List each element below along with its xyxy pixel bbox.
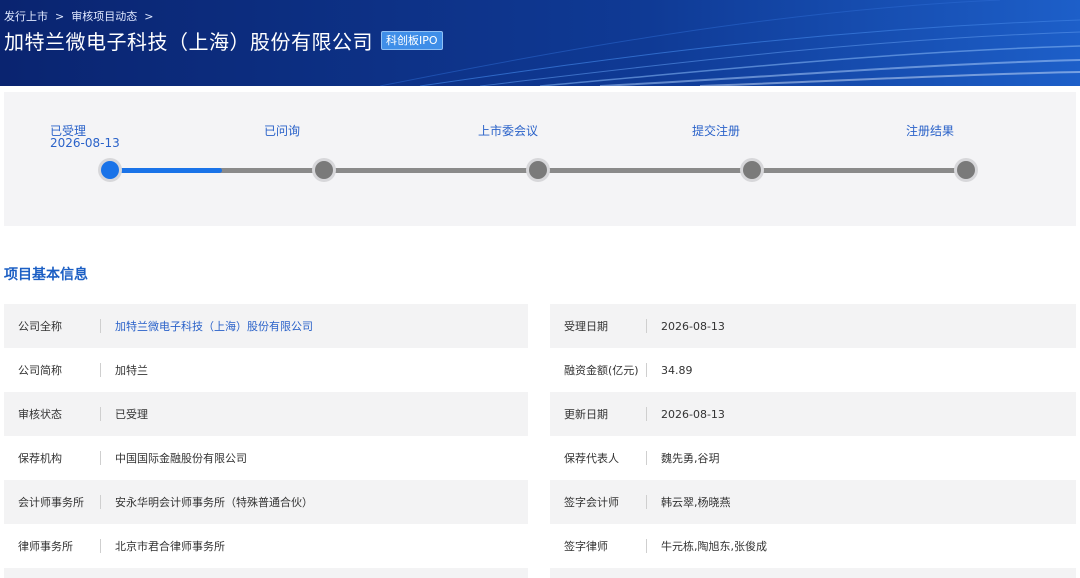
info-label: 律师事务所 xyxy=(18,540,73,553)
info-label: 公司全称 xyxy=(18,320,62,333)
company-full-name-link[interactable]: 加特兰微电子科技（上海）股份有限公司 xyxy=(101,318,313,334)
step-label-committee: 上市委会议 xyxy=(478,124,539,138)
step-dot-accepted xyxy=(98,158,122,182)
info-value: 加特兰 xyxy=(115,364,148,377)
info-value: 牛元栋,陶旭东,张俊成 xyxy=(661,540,767,553)
info-value: 中国国际金融股份有限公司 xyxy=(115,452,247,465)
step-dot-result xyxy=(954,158,978,182)
step-label-registration: 提交注册 xyxy=(692,124,741,138)
info-value: 北京市君合律师事务所 xyxy=(115,540,225,553)
info-label: 保荐代表人 xyxy=(564,452,619,465)
info-row-accept-date: 受理日期 2026-08-13 xyxy=(550,304,1076,348)
breadcrumb-item-review[interactable]: 审核项目动态 xyxy=(71,8,137,24)
chevron-right-icon: > xyxy=(55,9,65,23)
step-dot-registration xyxy=(740,158,764,182)
info-label: 公司简称 xyxy=(18,364,62,377)
info-row-sponsor-reps: 保荐代表人 魏先勇,谷玥 xyxy=(550,436,1076,480)
info-value: 2026-08-13 xyxy=(661,319,725,333)
info-label: 更新日期 xyxy=(564,408,608,421)
info-label: 融资金额(亿元) xyxy=(564,364,639,377)
info-row-signing-lawyers: 签字律师 牛元栋,陶旭东,张俊成 xyxy=(550,524,1076,568)
title-row: 加特兰微电子科技（上海）股份有限公司 科创板IPO xyxy=(4,26,443,55)
info-value: 安永华明会计师事务所（特殊普通合伙） xyxy=(115,496,313,509)
info-label: 受理日期 xyxy=(564,320,608,333)
info-row-signing-accountants: 签字会计师 韩云翠,杨晓燕 xyxy=(550,480,1076,524)
info-row-accounting-firm: 会计师事务所 安永华明会计师事务所（特殊普通合伙） xyxy=(4,480,528,524)
info-value: 韩云翠,杨晓燕 xyxy=(661,496,731,509)
info-row-review-status: 审核状态 已受理 xyxy=(4,392,528,436)
breadcrumb-item-ipo[interactable]: 发行上市 xyxy=(4,8,48,24)
page-title: 加特兰微电子科技（上海）股份有限公司 xyxy=(4,30,373,54)
info-value: 34.89 xyxy=(661,363,693,377)
step-date-accepted: 2026-08-13 xyxy=(50,136,120,150)
info-row-partial xyxy=(550,568,1076,578)
info-row-update-date: 更新日期 2026-08-13 xyxy=(550,392,1076,436)
info-row-short-name: 公司简称 加特兰 xyxy=(4,348,528,392)
step-label-inquiry: 已问询 xyxy=(264,124,301,138)
progress-fill xyxy=(110,168,222,173)
info-row-financing-amount: 融资金额(亿元) 34.89 xyxy=(550,348,1076,392)
breadcrumb: 发行上市 > 审核项目动态 > xyxy=(4,8,160,24)
review-progress-panel: 已受理 2026-08-13 已问询 上市委会议 提交注册 注册结果 xyxy=(4,92,1076,226)
info-row-partial xyxy=(4,568,528,578)
info-label: 签字律师 xyxy=(564,540,608,553)
info-value: 魏先勇,谷玥 xyxy=(661,452,720,465)
info-label: 会计师事务所 xyxy=(18,496,84,509)
board-badge: 科创板IPO xyxy=(381,31,443,50)
chevron-right-icon: > xyxy=(144,9,154,23)
info-value: 已受理 xyxy=(115,408,148,421)
step-label-result: 注册结果 xyxy=(906,124,955,138)
info-label: 签字会计师 xyxy=(564,496,619,509)
section-title: 项目基本信息 xyxy=(4,267,88,283)
info-label: 审核状态 xyxy=(18,408,62,421)
info-row-law-firm: 律师事务所 北京市君合律师事务所 xyxy=(4,524,528,568)
info-row-full-name: 公司全称 加特兰微电子科技（上海）股份有限公司 xyxy=(4,304,528,348)
info-value: 2026-08-13 xyxy=(661,407,725,421)
info-label: 保荐机构 xyxy=(18,452,62,465)
step-dot-inquiry xyxy=(312,158,336,182)
step-dot-committee xyxy=(526,158,550,182)
page-header: 发行上市 > 审核项目动态 > 加特兰微电子科技（上海）股份有限公司 科创板IP… xyxy=(0,0,1080,86)
info-row-sponsor: 保荐机构 中国国际金融股份有限公司 xyxy=(4,436,528,480)
